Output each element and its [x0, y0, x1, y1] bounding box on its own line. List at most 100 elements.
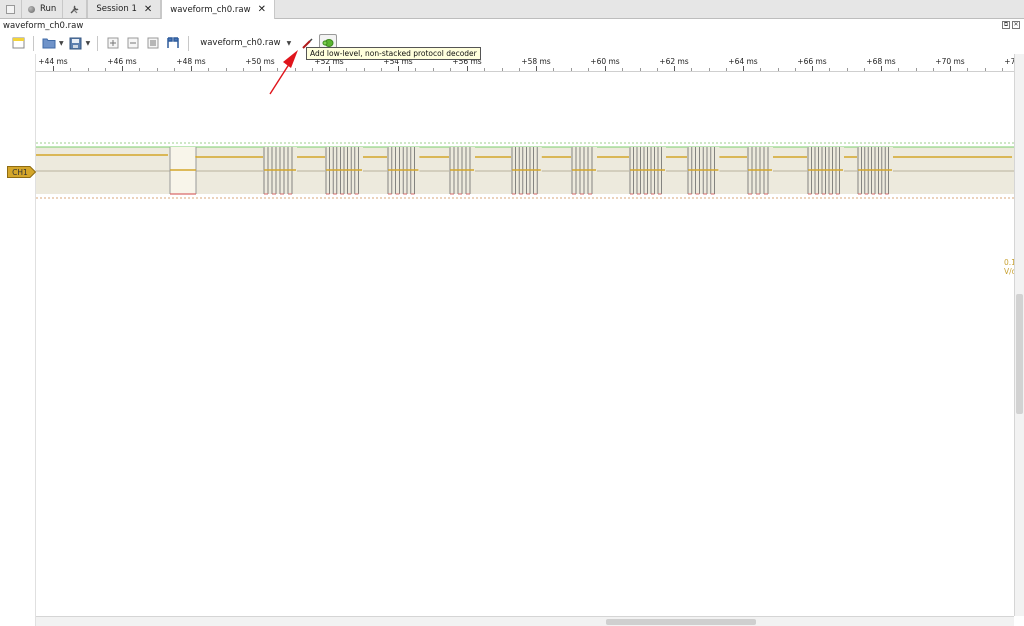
- ruler-minor-tick: [501, 68, 503, 71]
- tab-label: waveform_ch0.raw: [170, 4, 251, 15]
- vertical-scrollbar[interactable]: [1014, 54, 1024, 616]
- ruler-major-tick: [536, 66, 537, 71]
- document-title: waveform_ch0.raw: [3, 20, 84, 31]
- tools-button[interactable]: [63, 0, 88, 18]
- tab-session-1[interactable]: Session 1 ✕: [87, 0, 162, 18]
- close-icon[interactable]: ✕: [1012, 21, 1020, 29]
- save-button[interactable]: [68, 35, 84, 51]
- ruler-minor-tick: [208, 68, 210, 71]
- ruler-minor-tick: [553, 68, 555, 71]
- tab-waveform[interactable]: waveform_ch0.raw ✕: [161, 0, 275, 19]
- ruler-minor-tick: [70, 68, 72, 71]
- ruler-label: +62 ms: [659, 57, 689, 66]
- ruler-minor-tick: [760, 68, 762, 71]
- ruler-minor-tick: [311, 68, 313, 71]
- ruler-minor-tick: [570, 68, 572, 71]
- ruler-label: +58 ms: [521, 57, 551, 66]
- scroll-thumb[interactable]: [606, 619, 756, 625]
- cursor-icon: [167, 37, 179, 48]
- window-menu-button[interactable]: [0, 0, 22, 18]
- ruler-label: +44 ms: [38, 57, 68, 66]
- close-icon[interactable]: ✕: [258, 4, 266, 15]
- trace-viewport[interactable]: 0.1 V/div: [36, 72, 1023, 616]
- ruler-minor-tick: [725, 68, 727, 71]
- chevron-down-icon[interactable]: ▼: [59, 40, 64, 47]
- ruler-major-tick: [53, 66, 54, 71]
- zoom-fit-button[interactable]: [145, 35, 161, 51]
- ruler-minor-tick: [346, 68, 348, 71]
- ruler-major-tick: [467, 66, 468, 71]
- channel-name: CH1: [12, 167, 28, 177]
- ruler-label: +68 ms: [866, 57, 896, 66]
- new-session-button[interactable]: [10, 35, 26, 51]
- ruler-minor-tick: [915, 68, 917, 71]
- ruler-minor-tick: [708, 68, 710, 71]
- ruler-label: +64 ms: [728, 57, 758, 66]
- ruler-minor-tick: [622, 68, 624, 71]
- close-icon[interactable]: ✕: [144, 4, 152, 15]
- zoom-in-button[interactable]: [105, 35, 121, 51]
- run-icon: [28, 5, 35, 13]
- ruler-major-tick: [881, 66, 882, 71]
- device-selector[interactable]: waveform_ch0.raw ▼: [196, 38, 295, 48]
- chevron-down-icon[interactable]: ▼: [86, 40, 91, 47]
- chevron-down-icon: ▼: [286, 39, 292, 47]
- zoom-fit-icon: [147, 37, 159, 49]
- folder-icon: [42, 38, 56, 49]
- ruler-minor-tick: [449, 68, 451, 71]
- window-controls: ⧉ ✕: [1002, 21, 1020, 29]
- ruler-label: +48 ms: [176, 57, 206, 66]
- run-button[interactable]: Run: [22, 0, 64, 18]
- ruler-minor-tick: [277, 68, 279, 71]
- zoom-in-icon: [107, 37, 119, 49]
- cursor-button[interactable]: [165, 35, 181, 51]
- horizontal-scrollbar[interactable]: [36, 616, 1014, 626]
- ruler-minor-tick: [846, 68, 848, 71]
- ruler-minor-tick: [294, 68, 296, 71]
- new-session-icon: [12, 37, 24, 49]
- ruler-minor-tick: [794, 68, 796, 71]
- ruler-minor-tick: [587, 68, 589, 71]
- channel-label-ch1[interactable]: CH1: [7, 166, 36, 178]
- ruler-minor-tick: [656, 68, 658, 71]
- ruler-minor-tick: [173, 68, 175, 71]
- ruler-minor-tick: [432, 68, 434, 71]
- divider: [188, 35, 190, 51]
- ruler-minor-tick: [777, 68, 779, 71]
- ruler-minor-tick: [639, 68, 641, 71]
- ruler-minor-tick: [829, 68, 831, 71]
- ruler-major-tick: [260, 66, 261, 71]
- ruler-major-tick: [605, 66, 606, 71]
- ruler-major-tick: [950, 66, 951, 71]
- ruler-major-tick: [674, 66, 675, 71]
- ruler-minor-tick: [415, 68, 417, 71]
- ruler-label: +60 ms: [590, 57, 620, 66]
- divider: [97, 35, 99, 51]
- ruler-minor-tick: [242, 68, 244, 71]
- ruler-minor-tick: [518, 68, 520, 71]
- ruler-major-tick: [329, 66, 330, 71]
- ruler-minor-tick: [691, 68, 693, 71]
- window-icon: [6, 4, 15, 14]
- ruler-major-tick: [398, 66, 399, 71]
- scroll-thumb[interactable]: [1016, 294, 1023, 414]
- zoom-out-icon: [127, 37, 139, 49]
- ruler-minor-tick: [104, 68, 106, 71]
- ruler-minor-tick: [967, 68, 969, 71]
- ruler-minor-tick: [898, 68, 900, 71]
- ruler-minor-tick: [156, 68, 158, 71]
- ruler-label: +46 ms: [107, 57, 137, 66]
- float-icon[interactable]: ⧉: [1002, 21, 1010, 29]
- ruler-minor-tick: [225, 68, 227, 71]
- waveform-svg: [36, 142, 1014, 199]
- tab-label: Session 1: [96, 4, 137, 14]
- save-icon: [69, 37, 82, 49]
- ruler-minor-tick: [932, 68, 934, 71]
- ruler-minor-tick: [863, 68, 865, 71]
- ruler-minor-tick: [1001, 68, 1003, 71]
- open-button[interactable]: [41, 35, 57, 51]
- toolbar: ▼ ▼ waveform_ch0.raw ▼: [0, 32, 1024, 54]
- ruler-label: +50 ms: [245, 57, 275, 66]
- time-ruler[interactable]: +44 ms +46 ms +48 ms +50 ms +52 ms +54 ms +56 …: [36, 54, 1024, 72]
- zoom-out-button[interactable]: [125, 35, 141, 51]
